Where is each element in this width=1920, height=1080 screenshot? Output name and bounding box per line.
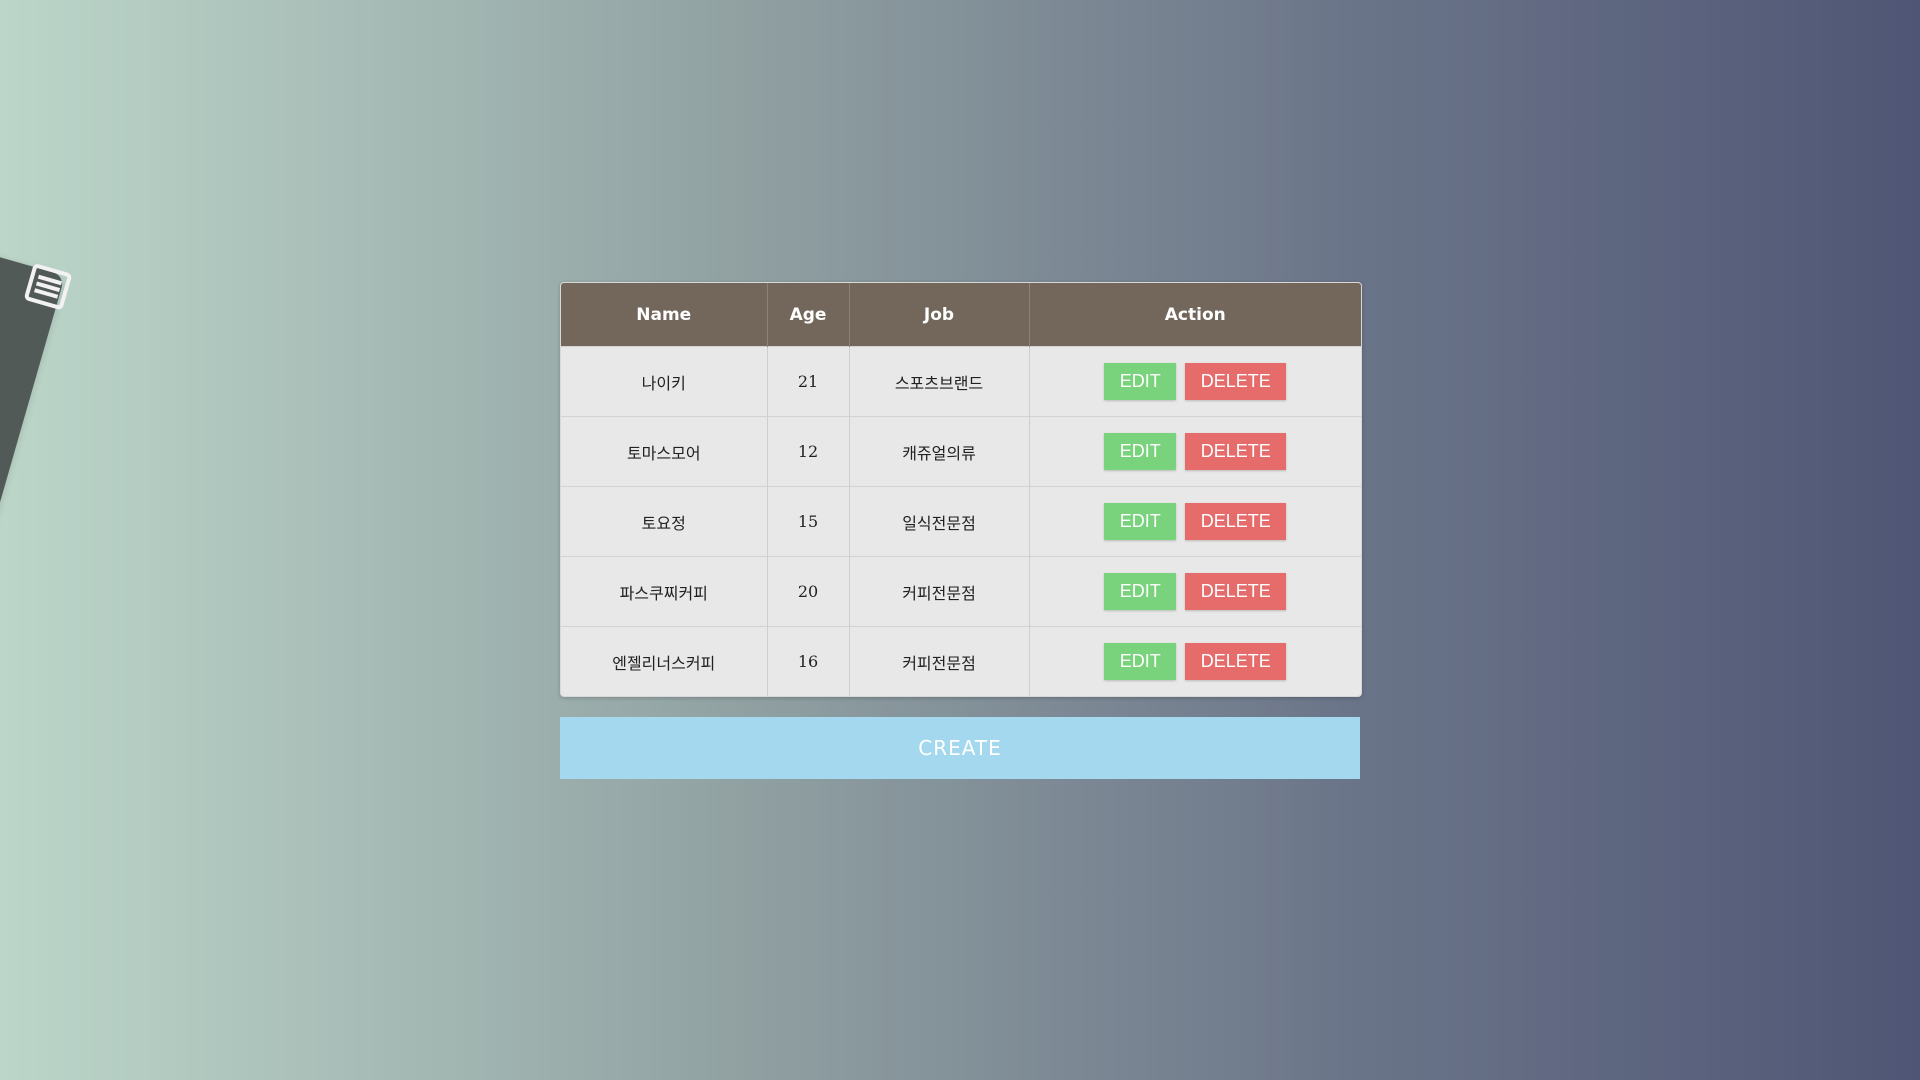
create-button[interactable]: CREATE <box>560 717 1360 779</box>
cell-name: 엔젤리너스커피 <box>561 626 768 696</box>
table-row: 나이키 21 스포츠브랜드 EDIT DELETE <box>561 346 1361 417</box>
delete-button[interactable]: DELETE <box>1185 433 1287 470</box>
people-table: Name Age Job Action 나이키 21 스포츠브랜드 EDIT D… <box>561 283 1361 696</box>
cell-age: 21 <box>767 346 850 417</box>
cell-job: 스포츠브랜드 <box>849 346 1030 417</box>
edit-button[interactable]: EDIT <box>1104 433 1177 470</box>
cell-age: 12 <box>767 416 850 487</box>
cell-job: 커피전문점 <box>849 626 1030 696</box>
cell-job: 일식전문점 <box>849 486 1030 557</box>
table-row: 토마스모어 12 캐쥬얼의류 EDIT DELETE <box>561 416 1361 487</box>
header-age: Age <box>767 283 850 347</box>
delete-button[interactable]: DELETE <box>1185 573 1287 610</box>
cell-action: EDIT DELETE <box>1029 346 1361 417</box>
table-row: 토요정 15 일식전문점 EDIT DELETE <box>561 486 1361 557</box>
cell-age: 15 <box>767 486 850 557</box>
header-action: Action <box>1164 304 1226 325</box>
delete-button[interactable]: DELETE <box>1185 643 1287 680</box>
cell-job: 캐쥬얼의류 <box>849 416 1030 487</box>
main-content: Name Age Job Action 나이키 21 스포츠브랜드 EDIT D… <box>560 282 1362 779</box>
cell-name: 토마스모어 <box>561 416 768 487</box>
cell-name: 파스쿠찌커피 <box>561 556 768 627</box>
cell-age: 16 <box>767 626 850 696</box>
delete-button[interactable]: DELETE <box>1185 363 1287 400</box>
table-row: 엔젤리너스커피 16 커피전문점 EDIT DELETE <box>561 626 1361 696</box>
cell-age: 20 <box>767 556 850 627</box>
delete-button[interactable]: DELETE <box>1185 503 1287 540</box>
cell-action: EDIT DELETE <box>1029 626 1361 696</box>
cell-name: 토요정 <box>561 486 768 557</box>
edit-button[interactable]: EDIT <box>1104 573 1177 610</box>
cell-action: EDIT DELETE <box>1029 486 1361 557</box>
cell-action: EDIT DELETE <box>1029 556 1361 627</box>
edit-button[interactable]: EDIT <box>1104 643 1177 680</box>
table-row: 파스쿠찌커피 20 커피전문점 EDIT DELETE <box>561 556 1361 627</box>
cell-name: 나이키 <box>561 346 768 417</box>
people-table-wrapper: Name Age Job Action 나이키 21 스포츠브랜드 EDIT D… <box>560 282 1362 697</box>
header-job: Job <box>849 283 1030 347</box>
edit-button[interactable]: EDIT <box>1104 363 1177 400</box>
cell-job: 커피전문점 <box>849 556 1030 627</box>
edit-button[interactable]: EDIT <box>1104 503 1177 540</box>
table-header-row: Name Age Job Action <box>561 283 1361 347</box>
cell-action: EDIT DELETE <box>1029 416 1361 487</box>
header-name: Name <box>561 283 768 347</box>
